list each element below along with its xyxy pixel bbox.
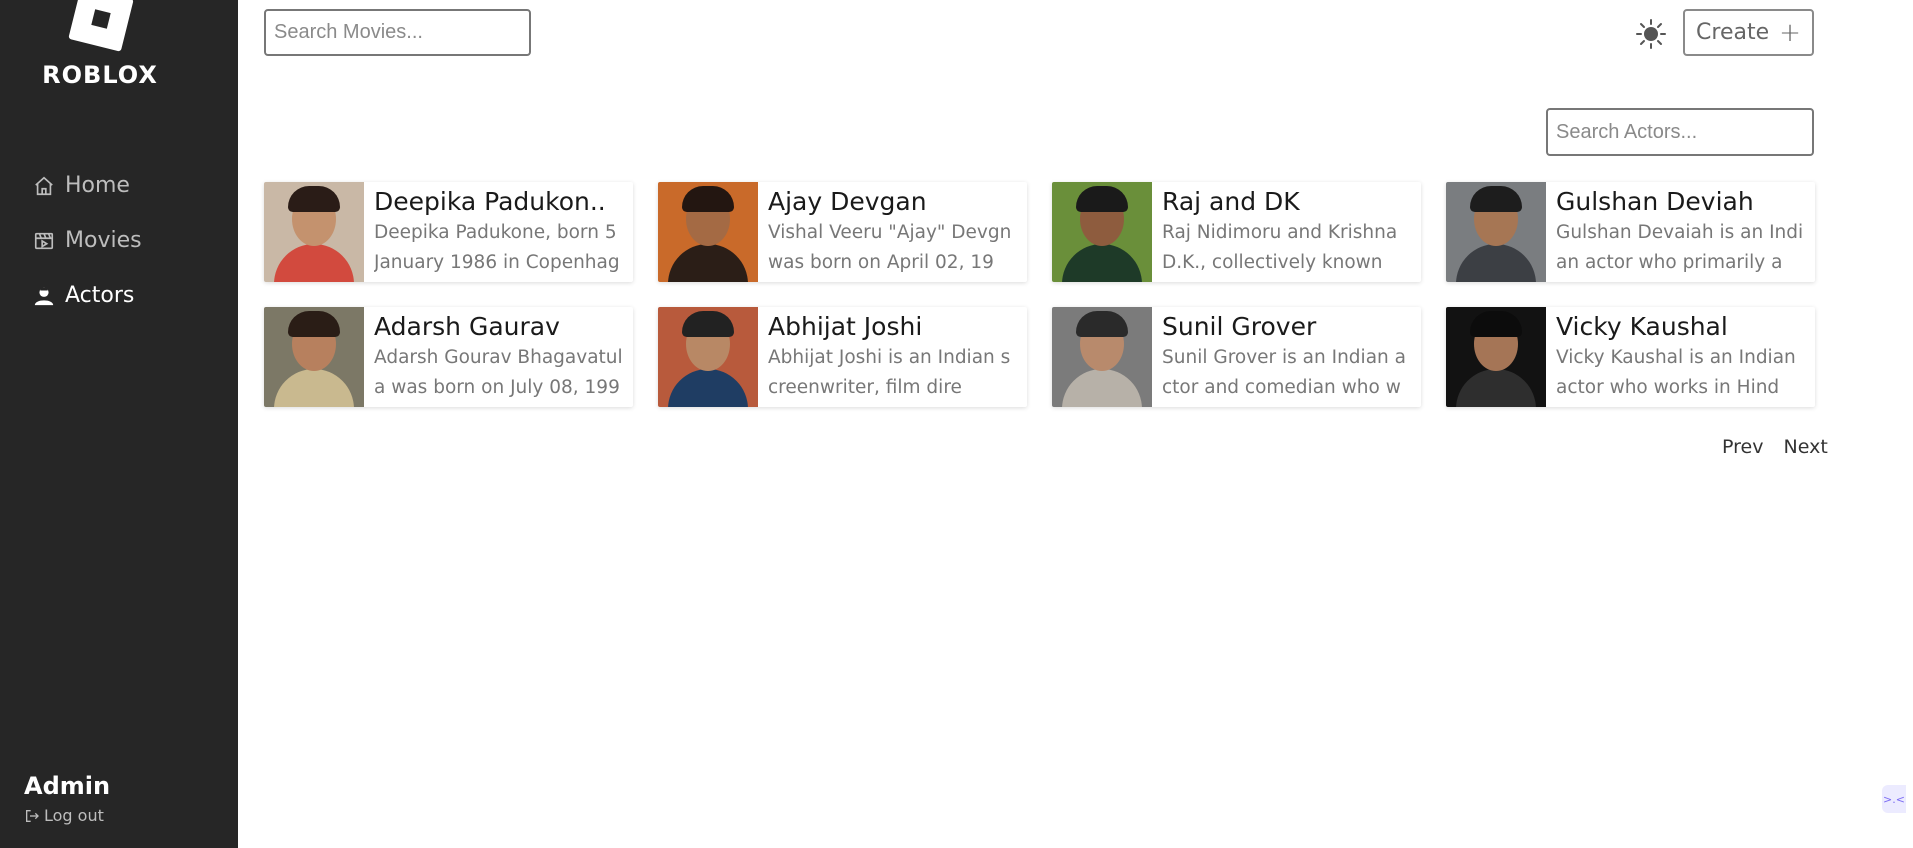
logout-icon	[26, 809, 39, 822]
create-label: Create	[1696, 20, 1770, 45]
actor-bio: Gulshan Devaiah is an Indian actor who p…	[1556, 222, 1804, 273]
sidebar-item-label: Movies	[65, 228, 142, 253]
sidebar-item-label: Home	[65, 173, 130, 198]
actor-card[interactable]: Vicky Kaushal Vicky Kaushal is an Indian…	[1446, 307, 1815, 407]
actor-photo	[1052, 307, 1152, 407]
actor-card[interactable]: Abhijat Joshi Abhijat Joshi is an Indian…	[658, 307, 1027, 407]
sidebar-item-home[interactable]: Home	[33, 158, 142, 213]
actor-bio: Deepika Padukone, born 5 January 1986 in…	[374, 222, 620, 273]
sidebar-item-actors[interactable]: Actors	[33, 268, 142, 323]
logout-label: Log out	[44, 806, 104, 825]
actor-photo	[658, 182, 758, 282]
actor-bio: Sunil Grover is an Indian actor and come…	[1162, 347, 1406, 398]
search-actors-input[interactable]	[1546, 108, 1814, 156]
logo-text: ROBLOX	[42, 61, 158, 89]
sun-icon	[1636, 19, 1666, 49]
collapse-icon[interactable]: >.<	[1882, 785, 1906, 813]
actor-bio: Adarsh Gourav Bhagavatula was born on Ju…	[374, 347, 623, 398]
actor-card[interactable]: Sunil Grover Sunil Grover is an Indian a…	[1052, 307, 1421, 407]
actor-photo	[1446, 307, 1546, 407]
actor-bio: Raj Nidimoru and Krishna D.K., collectiv…	[1162, 222, 1398, 273]
actor-card[interactable]: Gulshan Deviah Gulshan Devaiah is an Ind…	[1446, 182, 1815, 282]
actor-name: Gulshan Deviah	[1556, 187, 1754, 216]
actor-name: Deepika Padukon..	[374, 187, 606, 216]
actor-card[interactable]: Adarsh Gaurav Adarsh Gourav Bhagavatula …	[264, 307, 633, 407]
actor-bio: Abhijat Joshi is an Indian screenwriter,…	[768, 347, 1011, 398]
actor-name: Sunil Grover	[1162, 312, 1317, 341]
actor-photo	[264, 182, 364, 282]
actor-photo	[1052, 182, 1152, 282]
pagination: Prev Next	[1722, 436, 1828, 458]
roblox-logo[interactable]: ROBLOX	[38, 0, 158, 90]
roblox-logo-mark	[68, 0, 134, 52]
actor-card[interactable]: Raj and DK Raj Nidimoru and Krishna D.K.…	[1052, 182, 1421, 282]
home-icon	[33, 175, 55, 197]
actor-card[interactable]: Deepika Padukon.. Deepika Padukone, born…	[264, 182, 633, 282]
create-button[interactable]: Create +	[1683, 9, 1814, 56]
actor-name: Ajay Devgan	[768, 187, 927, 216]
actor-name: Abhijat Joshi	[768, 312, 923, 341]
actor-name: Adarsh Gaurav	[374, 312, 560, 341]
user-icon	[33, 285, 55, 307]
film-icon	[33, 230, 55, 252]
next-button[interactable]: Next	[1784, 436, 1828, 458]
actor-photo	[264, 307, 364, 407]
sidebar-item-label: Actors	[65, 283, 135, 308]
actor-bio: Vishal Veeru "Ajay" Devgn was born on Ap…	[768, 222, 1012, 273]
actor-grid: Deepika Padukon.. Deepika Padukone, born…	[264, 182, 1815, 407]
plus-icon: +	[1779, 17, 1801, 48]
prev-button[interactable]: Prev	[1722, 436, 1763, 458]
actor-name: Vicky Kaushal	[1556, 312, 1728, 341]
sidebar: ROBLOX Home Movies Actors Admin Log out	[0, 0, 238, 848]
actor-photo	[1446, 182, 1546, 282]
sidebar-nav: Home Movies Actors	[33, 158, 142, 323]
actor-bio: Vicky Kaushal is an Indian actor who wor…	[1556, 347, 1796, 398]
user-name: Admin	[24, 772, 111, 800]
actor-photo	[658, 307, 758, 407]
search-movies-input[interactable]	[264, 9, 531, 56]
logout-link[interactable]: Log out	[24, 806, 104, 825]
actor-card[interactable]: Ajay Devgan Vishal Veeru "Ajay" Devgn wa…	[658, 182, 1027, 282]
sidebar-item-movies[interactable]: Movies	[33, 213, 142, 268]
theme-toggle-button[interactable]	[1636, 19, 1666, 49]
actor-name: Raj and DK	[1162, 187, 1300, 216]
